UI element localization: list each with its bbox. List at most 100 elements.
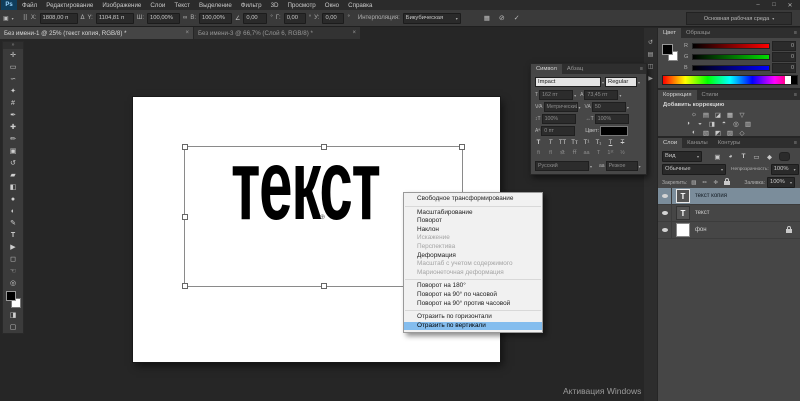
opacity-field[interactable]: 100%▾ bbox=[771, 164, 799, 175]
layer-thumbnail[interactable] bbox=[676, 223, 690, 237]
tab-character[interactable]: Символ bbox=[531, 64, 562, 74]
zoom-tool[interactable]: ◎ bbox=[3, 277, 23, 289]
chevron-down-icon[interactable]: ▾ bbox=[602, 80, 604, 85]
posterize-icon[interactable]: ▧ bbox=[700, 128, 712, 137]
tab-paths[interactable]: Контуры bbox=[713, 138, 746, 148]
quick-mask-icon[interactable]: ◨ bbox=[3, 309, 23, 321]
threshold-icon[interactable]: ◩ bbox=[712, 128, 724, 137]
menu-image[interactable]: Изображение bbox=[102, 2, 141, 9]
layer-filter-dropdown[interactable]: Вид▾ bbox=[662, 151, 702, 162]
history-brush-tool[interactable]: ↺ bbox=[3, 157, 23, 169]
layer-row-text[interactable]: T текст bbox=[658, 205, 800, 222]
blend-mode-dropdown[interactable]: Обычные▾ bbox=[662, 164, 726, 175]
text-color-swatch[interactable] bbox=[600, 126, 628, 136]
tracking-field[interactable]: 50 bbox=[592, 102, 626, 112]
minimize-button[interactable]: – bbox=[752, 2, 764, 8]
font-size-field[interactable]: 162 пт bbox=[539, 90, 573, 100]
close-button[interactable]: ✕ bbox=[784, 2, 796, 9]
underline-button[interactable]: T bbox=[605, 138, 616, 147]
blue-value-field[interactable]: 0 bbox=[772, 63, 796, 73]
foreground-color-swatch[interactable] bbox=[662, 44, 673, 55]
history-panel-icon[interactable]: ↺ bbox=[644, 36, 657, 48]
gradient-map-icon[interactable]: ▨ bbox=[724, 128, 736, 137]
blur-tool[interactable]: ● bbox=[3, 193, 23, 205]
invert-icon[interactable]: ◐ bbox=[688, 128, 700, 137]
x-position-field[interactable]: 1808,00 п bbox=[40, 13, 78, 24]
menu-item-warp[interactable]: Деформация bbox=[404, 252, 542, 261]
hue-saturation-icon[interactable]: ◑ bbox=[682, 119, 694, 128]
layer-row-text-copy[interactable]: T текст копия bbox=[658, 188, 800, 205]
eraser-tool[interactable]: ▰ bbox=[3, 169, 23, 181]
v-skew-field[interactable]: 0,00 bbox=[322, 13, 344, 24]
discretionary-ligatures-button[interactable]: ﬆ bbox=[557, 149, 568, 157]
black-white-icon[interactable]: ◨ bbox=[706, 119, 718, 128]
transform-handle[interactable] bbox=[321, 283, 327, 289]
document-tab-inactive[interactable]: Без имени-3 @ 66,7% (Слой 6, RGB/8) *× bbox=[194, 27, 360, 39]
menu-item-free-transform[interactable]: Свободное трансформирование bbox=[404, 195, 542, 204]
menu-file[interactable]: Файл bbox=[22, 2, 37, 9]
h-skew-field[interactable]: 0,00 bbox=[284, 13, 306, 24]
cancel-transform-icon[interactable]: ⊘ bbox=[499, 14, 505, 22]
transform-handle[interactable] bbox=[182, 283, 188, 289]
lock-transparency-icon[interactable]: ▨ bbox=[689, 178, 698, 187]
brightness-contrast-icon[interactable]: ☼ bbox=[688, 110, 700, 119]
layer-name[interactable]: текст копия bbox=[695, 193, 727, 199]
type-tool[interactable]: T bbox=[3, 229, 23, 241]
chevron-down-icon[interactable]: ▾ bbox=[579, 105, 581, 110]
font-family-dropdown[interactable]: Impact bbox=[535, 77, 601, 87]
selective-color-icon[interactable]: ◇ bbox=[736, 128, 748, 137]
vertical-scale-field[interactable]: 100% bbox=[542, 114, 576, 124]
vibrance-icon[interactable]: ▽ bbox=[736, 110, 748, 119]
tool-preset-icon[interactable]: ▣ bbox=[3, 15, 9, 22]
fractions-button[interactable]: ½ bbox=[617, 149, 628, 157]
warp-mode-toggle-icon[interactable]: ▦ bbox=[484, 14, 490, 22]
baseline-shift-field[interactable]: 0 пт bbox=[541, 126, 575, 136]
chevron-down-icon[interactable]: ▾ bbox=[627, 105, 629, 110]
menu-help[interactable]: Справка bbox=[348, 2, 372, 9]
menu-item-rotate-90-ccw[interactable]: Поворот на 90° против часовой bbox=[404, 300, 542, 309]
strikethrough-button[interactable]: T bbox=[617, 138, 628, 147]
layer-visibility-toggle[interactable] bbox=[658, 222, 672, 238]
filter-shape-layers-icon[interactable]: ▭ bbox=[751, 152, 762, 161]
levels-icon[interactable]: ▤ bbox=[700, 110, 712, 119]
spectrum-black-chip[interactable] bbox=[791, 76, 797, 84]
dodge-tool[interactable]: ◐ bbox=[3, 205, 23, 217]
menu-layers[interactable]: Слои bbox=[150, 2, 165, 9]
relative-position-delta-button[interactable]: Δ bbox=[81, 15, 85, 21]
font-style-dropdown[interactable]: Regular bbox=[605, 77, 637, 87]
crop-tool[interactable]: # bbox=[3, 97, 23, 109]
tool-preset-caret-icon[interactable]: ▾ bbox=[12, 16, 14, 21]
transform-handle[interactable] bbox=[182, 214, 188, 220]
faux-italic-button[interactable]: T bbox=[545, 138, 556, 147]
eyedropper-tool[interactable]: ✒ bbox=[3, 109, 23, 121]
hand-tool[interactable]: ☜ bbox=[3, 265, 23, 277]
filter-pixel-layers-icon[interactable]: ▣ bbox=[712, 152, 723, 161]
small-caps-button[interactable]: Tт bbox=[569, 138, 580, 147]
color-balance-icon[interactable]: ◒ bbox=[694, 119, 706, 128]
layer-thumbnail[interactable]: T bbox=[676, 206, 690, 220]
transform-handle[interactable] bbox=[182, 144, 188, 150]
layer-thumbnail[interactable]: T bbox=[676, 189, 690, 203]
menu-item-skew[interactable]: Наклон bbox=[404, 226, 542, 235]
pen-tool[interactable]: ✎ bbox=[3, 217, 23, 229]
filter-adjustment-layers-icon[interactable]: ◕ bbox=[725, 152, 736, 161]
commit-transform-icon[interactable]: ✓ bbox=[514, 14, 520, 22]
chevron-down-icon[interactable]: ▾ bbox=[590, 164, 592, 169]
layer-name[interactable]: фон bbox=[695, 227, 707, 233]
titling-alternates-button[interactable]: T bbox=[593, 149, 604, 157]
subscript-button[interactable]: T₁ bbox=[593, 138, 604, 147]
foreground-color-swatch[interactable] bbox=[6, 291, 16, 301]
chevron-down-icon[interactable]: ▾ bbox=[638, 80, 640, 85]
menu-item-flip-vertical[interactable]: Отразить по вертикали bbox=[404, 322, 542, 331]
superscript-button[interactable]: T¹ bbox=[581, 138, 592, 147]
toolbar-collapse-icon[interactable]: » bbox=[3, 42, 23, 49]
clone-stamp-tool[interactable]: ▣ bbox=[3, 145, 23, 157]
menu-item-rotate-90-cw[interactable]: Поворот на 90° по часовой bbox=[404, 291, 542, 300]
gradient-tool[interactable]: ◧ bbox=[3, 181, 23, 193]
red-slider[interactable] bbox=[692, 43, 770, 49]
menu-type[interactable]: Текст bbox=[174, 2, 190, 9]
tab-close-icon[interactable]: × bbox=[352, 30, 356, 36]
faux-bold-button[interactable]: T bbox=[533, 138, 544, 147]
transform-handle[interactable] bbox=[321, 144, 327, 150]
horizontal-scale-field[interactable]: 100% bbox=[595, 114, 629, 124]
